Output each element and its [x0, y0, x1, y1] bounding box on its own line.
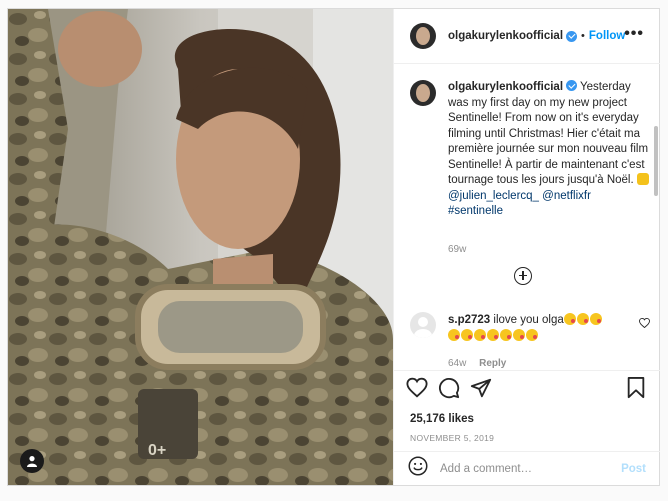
photo-illustration: 0+ [8, 9, 393, 485]
author-avatar[interactable] [410, 23, 436, 49]
comment-text-block: s.p2723 ilove you olga [448, 312, 638, 344]
kiss-emoji-icon [526, 329, 538, 341]
kiss-emoji-icon [448, 329, 460, 341]
user-tag-icon[interactable] [20, 449, 44, 473]
commenter-username[interactable]: s.p2723 [448, 314, 490, 326]
comment-item: s.p2723 ilove you olga [410, 312, 650, 344]
kiss-emoji-icon [474, 329, 486, 341]
scrollbar-thumb[interactable] [654, 126, 658, 196]
likes-count[interactable]: 25,176 likes [410, 413, 474, 425]
comment-text: ilove you olga [493, 314, 564, 326]
caption-text: Yesterday was my first day on my new pro… [448, 81, 649, 186]
kiss-emoji-icon [461, 329, 473, 341]
author-username[interactable]: olgakurylenkoofficial [448, 30, 563, 42]
caption-text-block: olgakurylenkoofficial Yesterday was my f… [448, 80, 650, 220]
mention-julien[interactable]: @julien_leclercq_ [448, 190, 539, 202]
more-options-icon[interactable]: ••• [624, 26, 644, 42]
post-actions: 25,176 likes NOVEMBER 5, 2019 Post [394, 370, 660, 485]
bookmark-icon[interactable] [626, 377, 646, 404]
post-card: 0+ olgakurylenkoofficial • Follow ••• ol… [7, 8, 660, 486]
comments-scroll-area[interactable]: olgakurylenkoofficial Yesterday was my f… [394, 64, 660, 370]
post-photo[interactable]: 0+ [8, 9, 393, 485]
kiss-emoji-icon [500, 329, 512, 341]
follow-button[interactable]: Follow [589, 30, 625, 42]
heart-icon[interactable] [406, 377, 428, 404]
post-comment-button[interactable]: Post [621, 463, 646, 475]
comment-age[interactable]: 64w [448, 358, 466, 369]
caption-age[interactable]: 69w [448, 244, 466, 255]
reply-button[interactable]: Reply [479, 358, 506, 369]
comment-input[interactable] [438, 461, 612, 476]
header-separator: • [581, 30, 585, 42]
comment-meta: 64w Reply [448, 358, 506, 369]
caption-avatar[interactable] [410, 80, 436, 106]
paper-plane-icon[interactable] [470, 377, 492, 404]
add-comment-bar: Post [394, 451, 660, 485]
commenter-avatar[interactable] [410, 312, 436, 338]
post-sidebar: olgakurylenkoofficial • Follow ••• olgak… [393, 9, 660, 485]
post-date[interactable]: NOVEMBER 5, 2019 [410, 433, 494, 443]
kiss-emoji-icon [589, 313, 602, 325]
kiss-emoji-icon [487, 329, 499, 341]
mention-netflixfr[interactable]: @netflixfr [542, 190, 591, 202]
svg-text:0+: 0+ [148, 442, 166, 459]
plus-circle-icon[interactable] [514, 267, 532, 285]
verified-badge-icon [566, 30, 578, 42]
caption: olgakurylenkoofficial Yesterday was my f… [410, 80, 650, 220]
post-header: olgakurylenkoofficial • Follow ••• [394, 9, 660, 64]
comment-icon[interactable] [438, 377, 460, 404]
hashtag-sentinelle[interactable]: #sentinelle [448, 205, 503, 217]
kiss-emoji-icon [576, 313, 589, 325]
kiss-emoji-icon [563, 313, 576, 325]
caption-username[interactable]: olgakurylenkoofficial [448, 81, 563, 93]
comment-like-heart-icon[interactable] [639, 315, 650, 333]
flexed-biceps-emoji-icon [636, 173, 649, 185]
action-icons [402, 377, 652, 407]
kiss-emoji-icon [513, 329, 525, 341]
smiley-icon[interactable] [408, 456, 428, 481]
caption-verified-badge-icon [566, 80, 578, 91]
